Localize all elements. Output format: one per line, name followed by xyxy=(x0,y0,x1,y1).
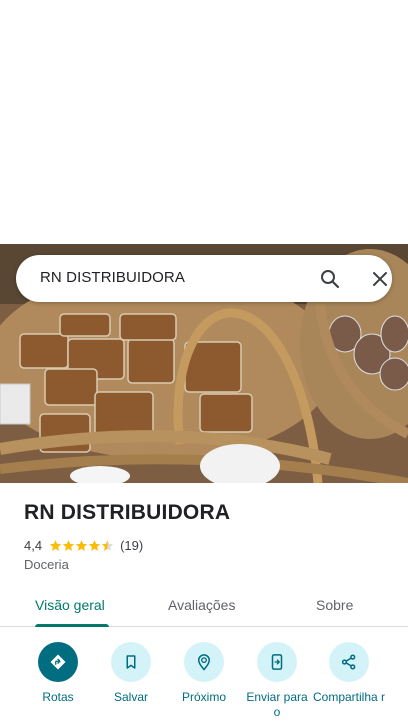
rating-value: 4,4 xyxy=(24,537,43,553)
place-title: RN DISTRIBUIDORA xyxy=(24,501,231,524)
place-category[interactable]: Doceria xyxy=(24,557,69,572)
tab-reviews[interactable]: Avaliações xyxy=(168,597,235,613)
rating-row[interactable]: 4,4 (19) xyxy=(24,536,143,554)
review-count[interactable]: (19) xyxy=(120,538,143,553)
directions-icon xyxy=(38,642,78,682)
bookmark-icon xyxy=(111,642,151,682)
star-icon xyxy=(49,539,62,551)
star-rating xyxy=(49,539,114,552)
save-label: Salvar xyxy=(113,690,148,704)
share-label: Compartilha r xyxy=(312,690,386,704)
nearby-label: Próximo xyxy=(181,690,226,704)
star-icon xyxy=(75,539,88,551)
nearby-button[interactable]: Próximo xyxy=(164,640,244,705)
tab-overview[interactable]: Visão geral xyxy=(35,597,105,613)
directions-button[interactable]: Rotas xyxy=(18,640,98,705)
share-button[interactable]: Compartilha r xyxy=(309,640,389,705)
search-icon[interactable] xyxy=(318,267,342,291)
search-input[interactable]: RN DISTRIBUIDORA xyxy=(40,269,185,286)
tab-active-indicator xyxy=(35,624,109,627)
directions-label: Rotas xyxy=(42,690,74,704)
tab-about[interactable]: Sobre xyxy=(316,597,353,613)
save-button[interactable]: Salvar xyxy=(91,640,171,705)
search-bar[interactable]: RN DISTRIBUIDORA xyxy=(16,255,392,302)
send-to-phone-icon xyxy=(257,642,297,682)
action-bar: Rotas Salvar Próximo Enviar para o Compa… xyxy=(0,640,408,726)
star-half-icon xyxy=(101,539,114,551)
star-icon xyxy=(62,539,75,551)
map-blank-area xyxy=(0,0,408,244)
close-icon[interactable] xyxy=(368,267,392,291)
send-to-phone-label: Enviar para o xyxy=(246,690,308,719)
star-icon xyxy=(88,539,101,551)
nearby-icon xyxy=(184,642,224,682)
send-to-phone-button[interactable]: Enviar para o xyxy=(237,640,317,720)
tab-bar: Visão geral Avaliações Sobre xyxy=(0,587,408,627)
share-icon xyxy=(329,642,369,682)
